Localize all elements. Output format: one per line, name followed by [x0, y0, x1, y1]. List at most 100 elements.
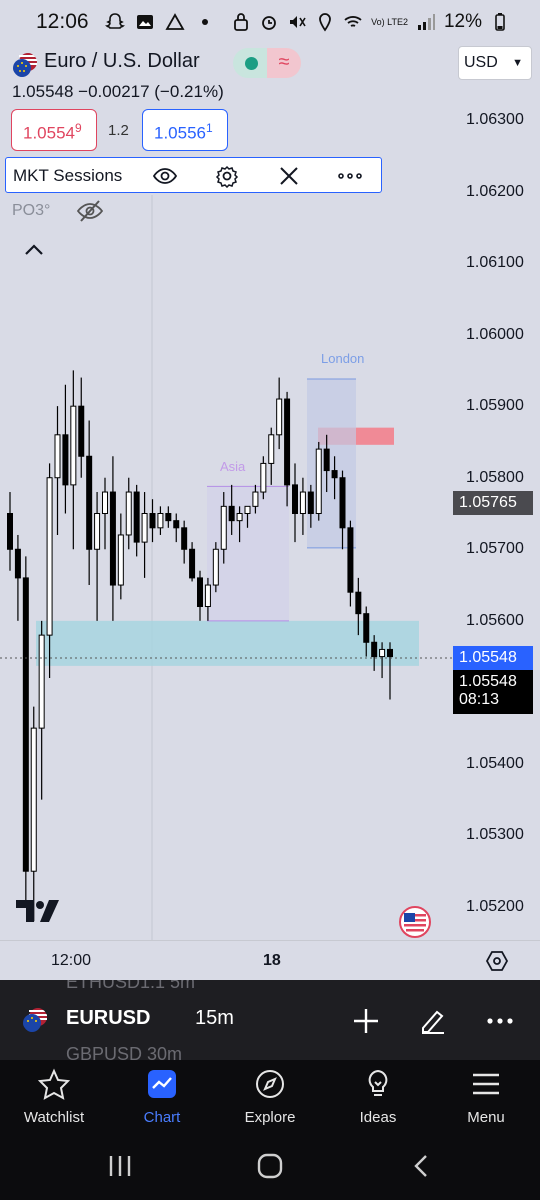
currency-value: USD	[464, 54, 498, 71]
nav-explore[interactable]: Explore	[216, 1060, 324, 1132]
battery-level: 12%	[443, 11, 482, 32]
candle-body	[236, 513, 243, 522]
candle-body	[284, 398, 291, 486]
chart-icon	[148, 1070, 176, 1098]
london-session-label: London	[321, 351, 364, 366]
sell-button[interactable]: 1.05549	[11, 109, 97, 151]
pen-icon[interactable]	[418, 1006, 448, 1036]
prev-close-price-tag: 1.05765	[453, 491, 533, 515]
mute-icon	[290, 16, 306, 28]
candle-body	[220, 505, 227, 550]
candle-body	[94, 513, 101, 550]
eye-off-icon[interactable]	[76, 198, 104, 224]
nav-label: Menu	[467, 1109, 505, 1126]
candle-body	[315, 448, 322, 515]
timeframe-select[interactable]: 15m	[195, 1007, 234, 1030]
dot-icon	[201, 19, 208, 25]
nav-label: Chart	[143, 1109, 181, 1126]
candle-body	[78, 405, 85, 457]
tradingview-logo-icon	[16, 900, 59, 922]
more-icon[interactable]	[337, 164, 363, 188]
price-axis-label: 1.06200	[466, 182, 524, 200]
candle-body	[197, 577, 203, 608]
candle-body	[244, 505, 251, 515]
price-axis-label: 1.05800	[466, 468, 524, 486]
eye-icon[interactable]	[152, 164, 178, 188]
candle-body	[133, 491, 140, 543]
chart-settings-icon[interactable]	[485, 949, 509, 973]
back-icon[interactable]	[408, 1152, 436, 1180]
candle-body	[347, 527, 354, 593]
candle-body	[228, 505, 235, 522]
currency-select[interactable]: USD ▼	[458, 46, 532, 80]
candle-body	[30, 727, 37, 872]
bottom-navigation: Watchlist Chart Explore Ideas Menu	[0, 1060, 540, 1132]
system-navigation	[0, 1132, 540, 1200]
indicator-legend[interactable]: MKT Sessions	[5, 157, 382, 193]
price-axis-label: 1.06300	[466, 111, 524, 128]
close-icon[interactable]	[276, 164, 302, 188]
hamburger-icon	[473, 1073, 499, 1095]
plus-icon[interactable]	[351, 1006, 381, 1036]
alarm-icon	[262, 16, 277, 30]
candle-body	[165, 513, 172, 522]
candle-body	[46, 477, 53, 636]
bar-countdown: 08:13	[459, 691, 500, 708]
price-axis-label: 1.05700	[466, 540, 524, 558]
nav-watchlist[interactable]: Watchlist	[0, 1060, 108, 1132]
chevron-down-icon: ▼	[512, 57, 523, 69]
ghost-symbol-above: ETHUSD1.1 5m	[66, 980, 196, 992]
buy-button[interactable]: 1.05561	[142, 109, 228, 151]
tilde-wave-icon: ≈	[267, 48, 301, 78]
nav-label: Explore	[244, 1109, 296, 1126]
time-label: 12:00	[51, 952, 92, 969]
pair-title[interactable]: Euro / U.S. Dollar	[44, 50, 200, 73]
eu-us-flag-icon	[12, 52, 38, 78]
candle-body	[363, 613, 370, 643]
nav-chart[interactable]: Chart	[108, 1060, 216, 1132]
ghost-symbol-below: GBPUSD 30m	[66, 1044, 183, 1060]
po3-indicator-label[interactable]: PO3°	[12, 202, 50, 220]
candle-body	[86, 455, 93, 550]
alarm-lock-icon	[234, 13, 249, 31]
candle-body	[292, 484, 298, 514]
candle-body	[149, 513, 156, 529]
price-axis-label: 1.05400	[466, 754, 524, 772]
nav-ideas[interactable]: Ideas	[324, 1060, 432, 1132]
price-axis-label: 1.05900	[466, 397, 524, 415]
symbol-toolbar: ETHUSD1.1 5m EURUSD 15m GBPUSD 30m	[0, 980, 540, 1060]
price-axis-label: 1.06100	[466, 254, 524, 272]
status-time: 12:06	[36, 10, 89, 33]
symbol-name[interactable]: EURUSD	[66, 1007, 150, 1030]
asia-session-label: Asia	[220, 459, 246, 474]
candle-body	[14, 548, 21, 579]
candle-body	[117, 534, 124, 586]
candle-body	[62, 434, 69, 486]
candle-body	[268, 434, 275, 464]
home-icon[interactable]	[256, 1152, 284, 1180]
countdown-price: 1.05548	[459, 673, 517, 690]
star-icon	[38, 1068, 70, 1100]
countdown-price-tag: 1.05548 08:13	[453, 670, 533, 714]
network-type: Vo) LTE2	[371, 17, 408, 27]
candle-body	[204, 584, 211, 608]
spread-value: 1.2	[108, 122, 129, 139]
more-icon[interactable]	[485, 1006, 515, 1036]
recent-apps-icon[interactable]	[106, 1152, 134, 1180]
chevron-up-icon[interactable]	[22, 238, 46, 262]
price-axis-label: 1.05200	[466, 898, 524, 915]
market-status-pill[interactable]: ≈	[233, 48, 301, 78]
lightbulb-icon	[368, 1069, 388, 1096]
time-axis[interactable]: 12:00 18	[0, 940, 540, 980]
candle-body	[212, 548, 219, 586]
candle-body	[339, 477, 346, 529]
candle-body	[181, 527, 188, 550]
candle-body	[260, 462, 267, 493]
gear-icon[interactable]	[214, 164, 240, 188]
indicator-name: MKT Sessions	[13, 166, 123, 185]
candle-body	[252, 491, 259, 507]
location-icon	[319, 13, 332, 32]
price-axis-label: 1.06000	[466, 325, 524, 343]
us-flag-icon[interactable]	[399, 906, 431, 938]
nav-menu[interactable]: Menu	[432, 1060, 540, 1132]
